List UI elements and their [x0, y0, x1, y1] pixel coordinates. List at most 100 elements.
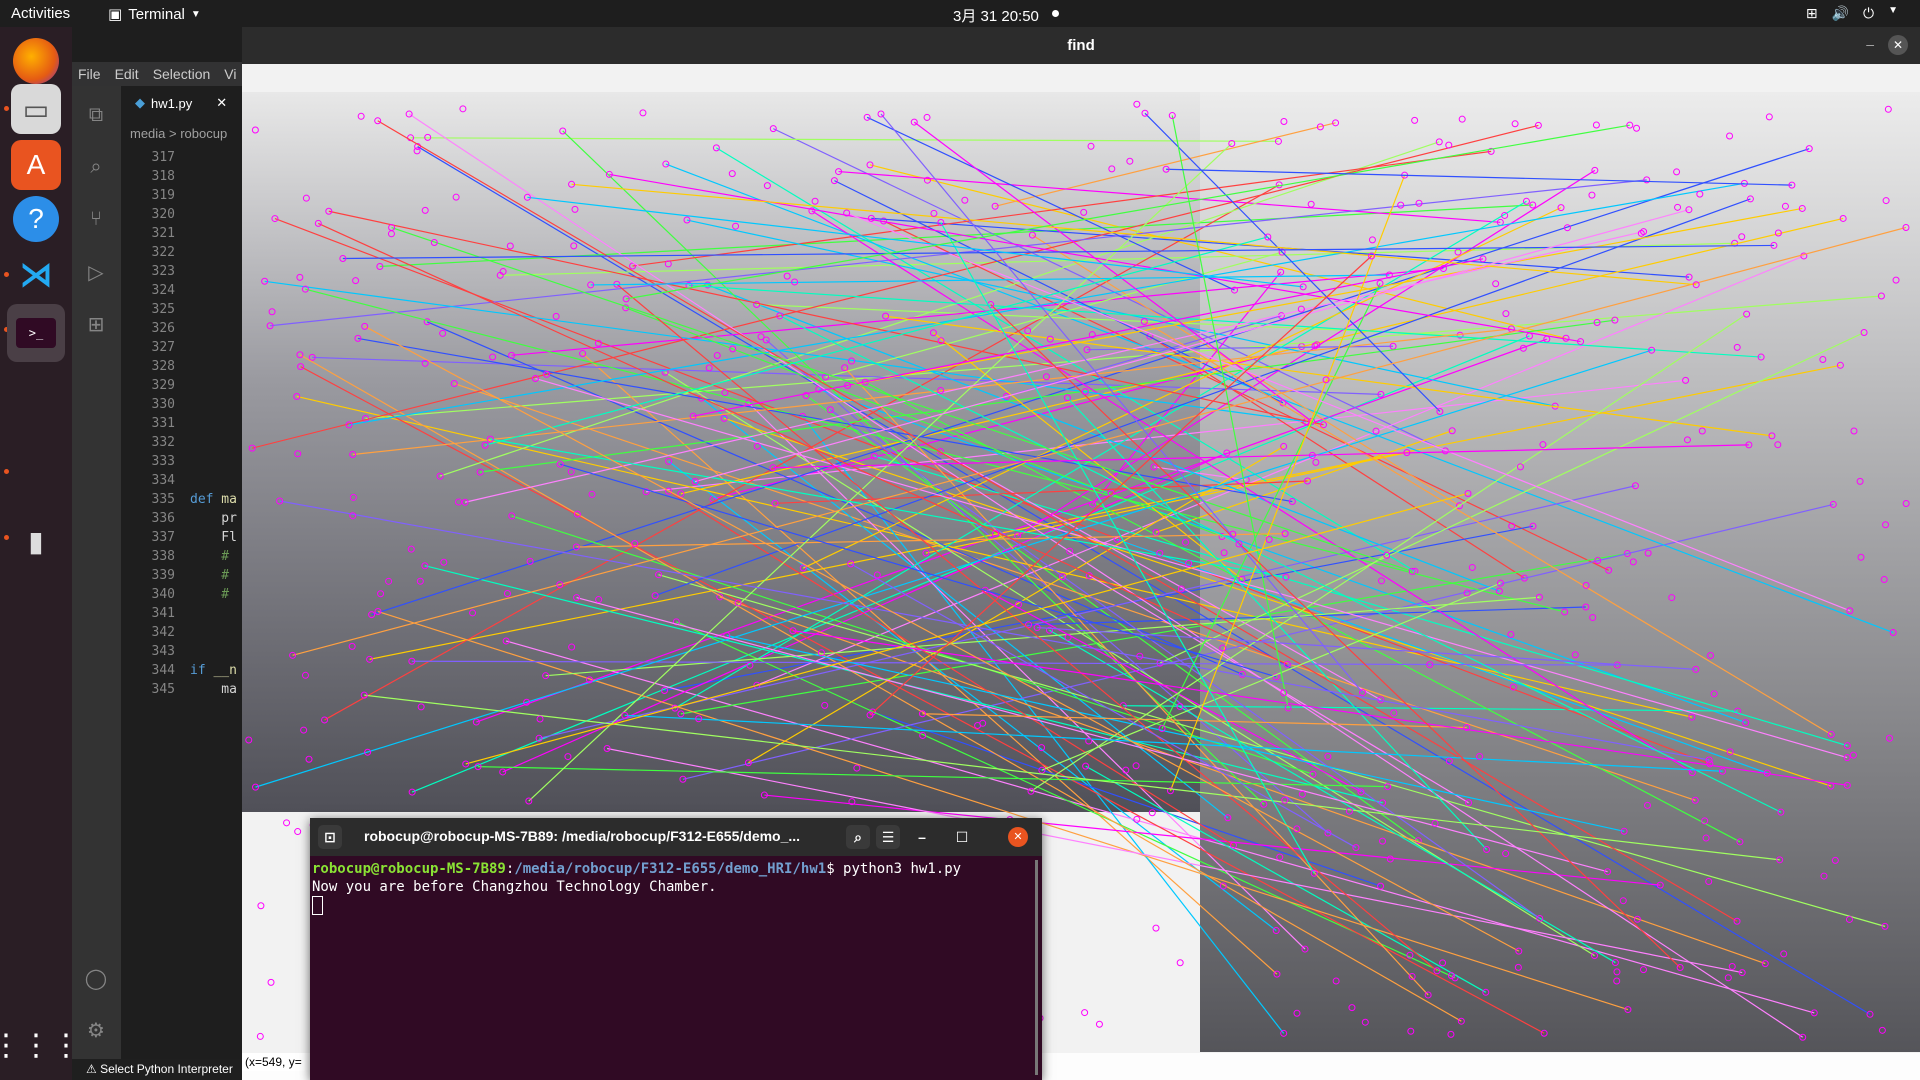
- code-line[interactable]: #: [190, 566, 242, 585]
- keypoint-marker: [440, 558, 448, 566]
- tab-hw1-py[interactable]: ◆ hw1.py ✕: [121, 86, 242, 120]
- code-line[interactable]: [190, 205, 242, 224]
- firefox-icon[interactable]: [13, 38, 59, 84]
- keypoint-marker: [1884, 105, 1892, 113]
- code-line[interactable]: [190, 243, 242, 262]
- code-line[interactable]: [190, 395, 242, 414]
- app-menu-label: Terminal: [128, 5, 185, 23]
- code-line[interactable]: [190, 623, 242, 642]
- menu-selection[interactable]: Selection: [153, 66, 211, 82]
- code-line[interactable]: [190, 262, 242, 281]
- code-line[interactable]: [190, 281, 242, 300]
- keypoint-marker: [830, 177, 838, 185]
- extensions-icon[interactable]: ⊞: [84, 312, 108, 336]
- keypoint-marker: [1265, 536, 1273, 544]
- match-line: [296, 395, 1692, 718]
- clock[interactable]: 3月 31 20:50: [953, 5, 1039, 26]
- account-icon[interactable]: ◯: [84, 966, 108, 990]
- keypoint-marker: [1133, 100, 1141, 108]
- hamburger-menu-icon[interactable]: ☰: [876, 825, 900, 849]
- close-icon[interactable]: ✕: [1008, 827, 1028, 847]
- code-line[interactable]: [190, 414, 242, 433]
- keypoint-marker: [568, 643, 576, 651]
- menu-edit[interactable]: Edit: [115, 66, 139, 82]
- menu-file[interactable]: File: [78, 66, 101, 82]
- code-editor[interactable]: def ma pr Fl # # # if __n ma: [190, 148, 242, 699]
- code-line[interactable]: [190, 167, 242, 186]
- match-line: [379, 204, 1533, 268]
- close-icon[interactable]: ✕: [216, 95, 227, 111]
- keypoint-marker: [1702, 834, 1710, 842]
- code-line[interactable]: [190, 471, 242, 490]
- keypoint-marker: [1799, 1033, 1807, 1041]
- code-line[interactable]: [190, 357, 242, 376]
- keypoint-marker: [853, 764, 861, 772]
- code-line[interactable]: [190, 319, 242, 338]
- breadcrumb[interactable]: media > robocup: [130, 126, 227, 141]
- close-icon[interactable]: ✕: [1888, 35, 1908, 55]
- scrollbar[interactable]: [1035, 860, 1038, 1075]
- source-control-icon[interactable]: ⑂: [84, 208, 108, 232]
- keypoint-marker: [506, 242, 514, 250]
- keypoint-marker: [930, 209, 938, 217]
- terminal-output[interactable]: robocup@robocup-MS-7B89:/media/robocup/F…: [312, 860, 961, 915]
- keypoint-marker: [753, 442, 761, 450]
- keypoint-marker: [1882, 521, 1890, 529]
- keypoint-marker: [1080, 208, 1088, 216]
- keypoint-marker: [387, 230, 395, 238]
- line-number: 322: [151, 245, 175, 260]
- keypoint-marker: [1345, 807, 1353, 815]
- keypoint-marker: [1819, 356, 1827, 364]
- search-icon[interactable]: ⌕: [84, 156, 108, 180]
- code-line[interactable]: [190, 338, 242, 357]
- activities-button[interactable]: Activities: [11, 5, 70, 22]
- code-line[interactable]: [190, 433, 242, 452]
- code-line[interactable]: ma: [190, 680, 242, 699]
- app-center-icon[interactable]: A: [11, 140, 61, 190]
- terminal-window[interactable]: ⊡ robocup@robocup-MS-7B89: /media/robocu…: [310, 818, 1042, 1080]
- keypoint-marker: [1312, 458, 1320, 466]
- network-icon: ⊞: [1805, 5, 1818, 21]
- explorer-icon[interactable]: ⧉: [84, 104, 108, 128]
- menu-view[interactable]: Vi: [224, 66, 236, 82]
- code-line[interactable]: [190, 186, 242, 205]
- usb-drive-icon[interactable]: ▮: [11, 516, 61, 566]
- code-line[interactable]: [190, 642, 242, 661]
- code-line[interactable]: [190, 224, 242, 243]
- minimize-icon[interactable]: –: [910, 825, 934, 849]
- terminal-icon[interactable]: >_: [7, 304, 65, 362]
- code-line[interactable]: [190, 300, 242, 319]
- keypoint-marker: [662, 160, 670, 168]
- help-icon[interactable]: ?: [13, 196, 59, 242]
- code-line[interactable]: #: [190, 585, 242, 604]
- vscode-icon[interactable]: ⋊: [11, 250, 61, 300]
- code-line[interactable]: pr: [190, 509, 242, 528]
- search-icon[interactable]: ⌕: [846, 825, 870, 849]
- show-apps-icon[interactable]: ⋮⋮⋮: [0, 1020, 81, 1070]
- keypoint-marker: [1539, 441, 1547, 449]
- new-tab-icon[interactable]: ⊡: [318, 825, 342, 849]
- match-line: [576, 532, 1286, 548]
- keypoint-marker: [1024, 327, 1032, 335]
- app-menu[interactable]: ▣ Terminal ▼: [108, 5, 201, 24]
- keypoint-marker: [1468, 563, 1476, 571]
- code-line[interactable]: Fl: [190, 528, 242, 547]
- keypoint-marker: [1307, 200, 1315, 208]
- keypoint-marker: [873, 571, 881, 579]
- gear-icon[interactable]: ⚙: [84, 1018, 108, 1042]
- run-debug-icon[interactable]: ▷: [84, 260, 108, 284]
- maximize-icon[interactable]: ☐: [950, 825, 974, 849]
- code-line[interactable]: #: [190, 547, 242, 566]
- files-icon[interactable]: ▭: [11, 84, 61, 134]
- code-line[interactable]: [190, 604, 242, 623]
- keypoint-marker: [552, 312, 560, 320]
- system-tray[interactable]: ⊞ 🔊 ⏻ ▼: [1806, 5, 1898, 22]
- code-line[interactable]: [190, 452, 242, 471]
- keypoint-marker: [564, 753, 572, 761]
- code-line[interactable]: if __n: [190, 661, 242, 680]
- code-line[interactable]: def ma: [190, 490, 242, 509]
- code-line[interactable]: [190, 148, 242, 167]
- python-interpreter-status[interactable]: ⚠ Select Python Interpreter: [86, 1062, 233, 1076]
- code-line[interactable]: [190, 376, 242, 395]
- minimize-icon[interactable]: –: [1866, 36, 1874, 52]
